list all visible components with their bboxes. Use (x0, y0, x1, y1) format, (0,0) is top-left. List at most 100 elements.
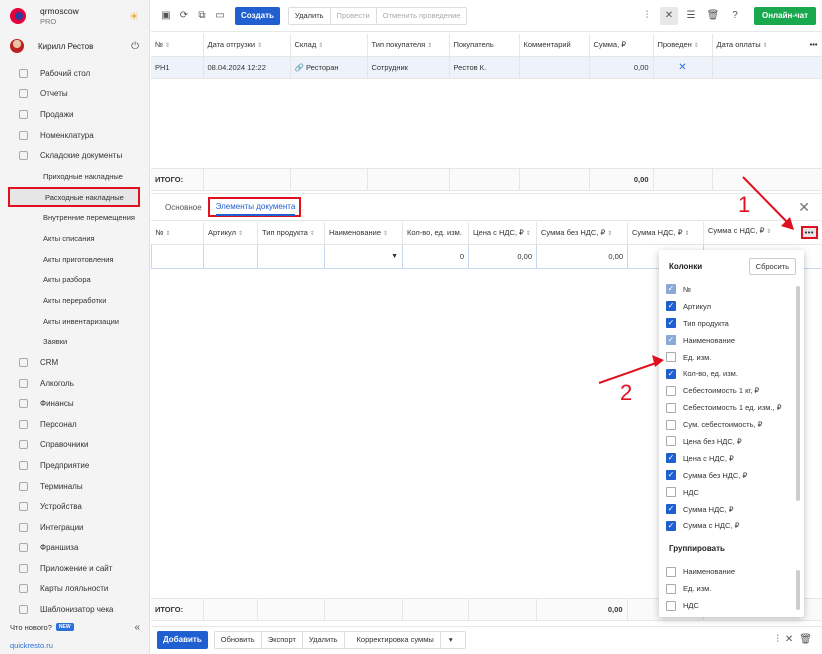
power-icon[interactable]: ⏻ (131, 41, 139, 52)
col-vat-sum[interactable]: Сумма НДС, ₽ ⇕ (627, 222, 704, 245)
column-option[interactable]: Цена без НДС, ₽ (659, 433, 804, 450)
col-comment[interactable]: Комментарий (519, 34, 590, 57)
col-warehouse[interactable]: Склад ⇕ (290, 34, 368, 57)
sidebar-item-warehouse-docs[interactable]: Складские документы (0, 145, 149, 166)
filter-settings-icon[interactable]: ⫶ (776, 634, 779, 645)
online-chat-button[interactable]: Онлайн-чат (753, 6, 816, 25)
help-icon[interactable]: ? (726, 7, 744, 25)
trash-icon[interactable]: 🗑 (799, 634, 812, 645)
sidebar-item-nomenclature[interactable]: Номенклатура (0, 125, 149, 146)
checkbox[interactable]: ✓ (666, 470, 676, 481)
scrollbar[interactable] (796, 286, 800, 501)
checkbox[interactable]: ✓ (666, 520, 676, 531)
sidebar-item-crm[interactable]: CRM (0, 352, 149, 373)
sidebar-item-enterprise[interactable]: Предприятие (0, 455, 149, 476)
theme-sun-icon[interactable]: ☀ (129, 10, 139, 23)
checkbox[interactable]: ✓ (666, 453, 676, 464)
column-option[interactable]: ✓ Сумма НДС, ₽ (659, 501, 804, 518)
sidebar-item-directories[interactable]: Справочники (0, 435, 149, 456)
sidebar-item-franchise[interactable]: Франшиза (0, 538, 149, 559)
checkbox[interactable]: ✓ (666, 318, 676, 329)
column-option[interactable]: Себестоимость 1 ед. изм., ₽ (659, 399, 804, 416)
user-row[interactable]: Кирилл Рестов ⏻ (0, 32, 149, 60)
sidebar-sub-disassembly[interactable]: Акты разбора (0, 269, 149, 290)
col-buyer-type[interactable]: Тип покупателя ⇕ (367, 34, 450, 57)
checkbox[interactable]: ✓ (666, 301, 676, 312)
add-button[interactable]: Добавить (157, 630, 208, 649)
tab-basic[interactable]: Основное (165, 203, 202, 212)
table-row[interactable]: РН1 08.04.2024 12:22 🔗 Ресторан Сотрудни… (151, 56, 822, 79)
col-number[interactable]: № ⇕ (151, 34, 204, 57)
adjust-sum-dropdown[interactable]: Корректировка суммы ▾ (345, 631, 465, 648)
sidebar-item-staff[interactable]: Персонал (0, 414, 149, 435)
list-icon[interactable]: ☰ (682, 7, 700, 25)
edit-product-type[interactable] (257, 243, 325, 269)
edit-sum-no-vat[interactable]: 0,00 (536, 243, 628, 269)
column-option[interactable]: ✓ Тип продукта (659, 315, 804, 332)
col-product-type[interactable]: Тип продукта ⇕ (257, 222, 325, 245)
sidebar-item-devices[interactable]: Устройства (0, 496, 149, 517)
brand[interactable]: qrmoscow PRO ☀ (0, 0, 149, 32)
checkbox[interactable]: ✓ (666, 368, 676, 379)
sidebar-item-finance[interactable]: Финансы (0, 393, 149, 414)
checkbox[interactable] (666, 583, 676, 594)
filter-settings-icon[interactable]: ⫶ (638, 7, 656, 25)
checkbox[interactable]: ✓ (666, 504, 676, 515)
sidebar-item-integrations[interactable]: Интеграции (0, 517, 149, 538)
post-button[interactable]: Провести (331, 7, 377, 24)
col-article[interactable]: Артикул ⇕ (203, 222, 258, 245)
checkbox[interactable] (666, 487, 676, 498)
sidebar-item-app[interactable]: Приложение и сайт (0, 558, 149, 579)
link-icon[interactable]: 🔗 (295, 63, 304, 72)
sidebar-sub-incoming[interactable]: Приходные накладные (0, 166, 149, 187)
col-pay-date[interactable]: Дата оплаты ⇕ ••• (712, 34, 822, 57)
sidebar-item-receipt[interactable]: Шаблонизатор чека (0, 599, 149, 620)
sidebar-sub-cooking[interactable]: Акты приготовления (0, 249, 149, 270)
col-buyer[interactable]: Покупатель (449, 34, 520, 57)
refresh-button[interactable]: Обновить (215, 631, 262, 648)
save-icon[interactable]: ▣ (157, 7, 175, 25)
checkbox[interactable] (666, 352, 676, 362)
col-posted[interactable]: Проведен ⇕ (653, 34, 713, 57)
sidebar-sub-inventory[interactable]: Акты инвентаризации (0, 311, 149, 332)
column-settings-button[interactable]: ••• (800, 226, 818, 240)
sidebar-sub-outgoing[interactable]: Расходные накладные (8, 186, 140, 208)
more-icon[interactable]: ••• (810, 40, 818, 49)
checkbox[interactable] (666, 600, 676, 611)
trash-icon[interactable]: 🗑 (704, 7, 722, 25)
edit-qty[interactable]: 0 (402, 243, 469, 269)
column-option[interactable]: Ед. изм. (659, 349, 804, 366)
column-option[interactable]: ✓ Наименование (659, 332, 804, 349)
col-ship-date[interactable]: Дата отгрузки ⇕ (203, 34, 291, 57)
sidebar-item-desktop[interactable]: Рабочий стол (0, 63, 149, 84)
group-option[interactable]: Ед. изм. (659, 580, 804, 597)
copy-icon[interactable]: ⧉ (193, 7, 211, 25)
checkbox[interactable] (666, 436, 676, 447)
collapse-sidebar-icon[interactable]: « (134, 622, 140, 633)
col-number[interactable]: № ⇕ (151, 222, 204, 245)
checkbox[interactable]: ✓ (666, 335, 676, 346)
sidebar-sub-transfers[interactable]: Внутренние перемещения (0, 207, 149, 228)
column-option[interactable]: ✓ Сумма с НДС, ₽ (659, 517, 804, 534)
close-icon[interactable]: ✕ (798, 199, 810, 216)
group-option[interactable]: НДС (659, 597, 804, 614)
col-sum-no-vat[interactable]: Сумма без НДС, ₽ ⇕ (536, 222, 628, 245)
column-option[interactable]: ✓ Артикул (659, 298, 804, 315)
sidebar-sub-requests[interactable]: Заявки (0, 331, 149, 352)
sidebar-sub-processing[interactable]: Акты переработки (0, 290, 149, 311)
checkbox[interactable] (666, 566, 676, 577)
checkbox[interactable] (666, 385, 676, 396)
checkbox[interactable]: ✓ (666, 284, 676, 295)
delete-button[interactable]: Удалить (289, 7, 331, 24)
sidebar-sub-writeoff[interactable]: Акты списания (0, 228, 149, 249)
group-option[interactable]: Наименование (659, 563, 804, 580)
tools-icon[interactable]: ✕ (659, 6, 678, 25)
sidebar-item-terminals[interactable]: Терминалы (0, 476, 149, 497)
edit-name-select[interactable]: ▼ (324, 243, 403, 269)
column-option[interactable]: ✓ № (659, 281, 804, 298)
col-price-vat[interactable]: Цена с НДС, ₽ ⇕ (468, 222, 537, 245)
unpost-button[interactable]: Отменить проведение (377, 8, 467, 24)
column-option[interactable]: ✓ Кол-во, ед. изм. (659, 365, 804, 382)
col-name[interactable]: Наименование ⇕ (324, 222, 403, 245)
scrollbar[interactable] (796, 570, 800, 610)
